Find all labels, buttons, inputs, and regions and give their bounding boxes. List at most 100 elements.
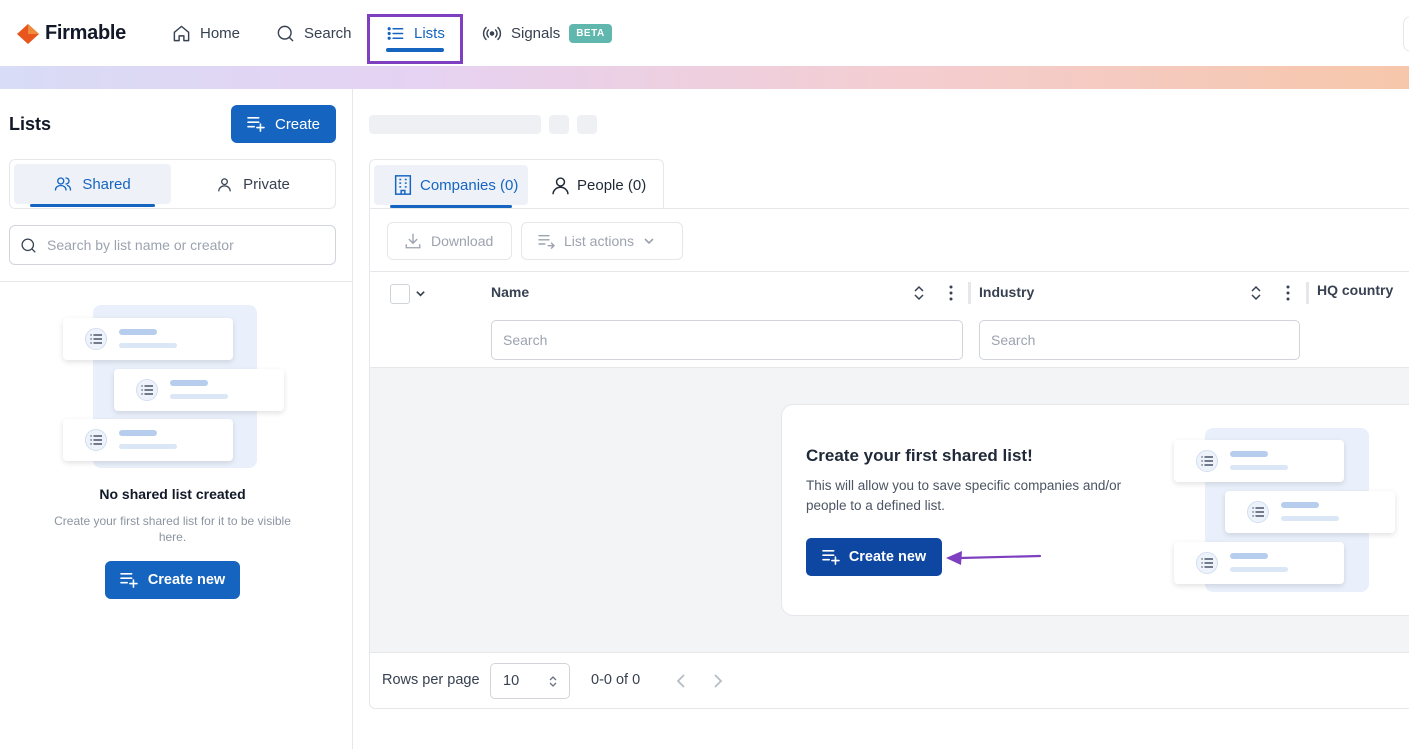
sidebar-divider: [0, 281, 352, 282]
table-header: Name Industry HQ country Search Search: [370, 271, 1409, 368]
chevron-left-icon[interactable]: [676, 673, 686, 689]
nav-signals[interactable]: Signals BETA: [482, 20, 612, 46]
list-arrow-icon: [538, 234, 555, 249]
brand-name: Firmable: [45, 22, 126, 44]
illustration-card: [114, 369, 284, 411]
rows-per-page-label: Rows per page: [382, 672, 480, 688]
tab-people[interactable]: People (0): [550, 165, 646, 205]
sidebar-create-new-label: Create new: [147, 572, 226, 588]
column-header-hq-country[interactable]: HQ country: [1317, 282, 1393, 298]
empty-state-subtitle: Create your first shared list for it to …: [54, 514, 291, 544]
empty-state-title: No shared list created: [99, 486, 246, 502]
nav-home[interactable]: Home: [172, 20, 240, 46]
list-icon: [136, 379, 158, 401]
create-new-list-button[interactable]: Create new: [806, 538, 942, 576]
column-separator[interactable]: [1306, 282, 1309, 304]
column-header-industry[interactable]: Industry: [979, 284, 1034, 300]
skeleton-chip: [577, 115, 597, 134]
firmable-logo-icon: [17, 23, 39, 44]
empty-state-card: Create your first shared list! This will…: [781, 404, 1409, 616]
list-scope-toggle: Shared Private: [9, 159, 336, 209]
list-icon: [1196, 552, 1218, 574]
playlist-add-icon: [822, 549, 840, 565]
list-icon: [1247, 501, 1269, 523]
annotation-highlight-box: [367, 14, 463, 64]
illustration-card: [1174, 440, 1344, 482]
nav-home-label: Home: [200, 24, 241, 42]
chevron-down-icon[interactable]: [415, 288, 426, 299]
user-icon: [552, 176, 569, 194]
list-actions-label: List actions: [564, 233, 635, 249]
skeleton-chip: [549, 115, 569, 134]
sidebar-title: Lists: [9, 114, 52, 134]
search-icon: [277, 25, 294, 41]
signal-icon: [482, 26, 502, 40]
sort-icon[interactable]: [914, 285, 924, 301]
download-button[interactable]: Download: [387, 222, 512, 260]
tab-companies-label: Companies (0): [420, 176, 519, 194]
playlist-add-icon: [120, 572, 138, 588]
create-new-list-label: Create new: [848, 549, 927, 565]
user-icon: [218, 177, 231, 192]
kebab-menu-icon[interactable]: [1286, 285, 1290, 301]
list-icon: [1196, 450, 1218, 472]
empty-state-description: This will allow you to save specific com…: [806, 478, 1122, 513]
list-icon: [85, 429, 107, 451]
nav-signals-label: Signals: [511, 24, 561, 42]
tab-private[interactable]: Private: [173, 164, 333, 204]
list-title-skeleton: [369, 115, 541, 134]
tab-private-label: Private: [243, 175, 290, 193]
list-actions-dropdown[interactable]: List actions: [521, 222, 683, 260]
list-search-input[interactable]: Search by list name or creator: [9, 225, 336, 265]
nav-search-label: Search: [304, 24, 352, 42]
column-separator[interactable]: [968, 282, 971, 304]
lists-sidebar: Lists Create Shared Private Search by li…: [0, 89, 353, 749]
chevron-updown-icon: [549, 676, 557, 687]
tab-shared-label: Shared: [82, 175, 131, 193]
illustration-card: [1174, 542, 1344, 584]
illustration-card: [1225, 491, 1395, 533]
home-icon: [173, 25, 190, 41]
playlist-add-icon: [247, 116, 265, 132]
download-label: Download: [431, 233, 494, 249]
name-filter-input[interactable]: Search: [491, 320, 963, 360]
nav-search[interactable]: Search: [276, 20, 352, 46]
brand-logo[interactable]: Firmable: [17, 22, 126, 45]
list-icon: [85, 328, 107, 350]
kebab-menu-icon[interactable]: [949, 285, 953, 301]
list-search-placeholder: Search by list name or creator: [47, 237, 234, 253]
industry-filter-placeholder: Search: [991, 332, 1036, 348]
tab-people-label: People (0): [577, 176, 647, 194]
illustration-card: [63, 419, 233, 461]
create-list-button[interactable]: Create: [231, 105, 336, 143]
beta-badge: BETA: [569, 23, 612, 43]
tab-companies[interactable]: Companies (0): [374, 165, 528, 208]
users-icon: [55, 177, 72, 191]
building-icon: [394, 175, 412, 195]
tab-shared-indicator: [30, 204, 155, 207]
chevron-down-icon: [644, 238, 654, 245]
download-icon: [405, 233, 421, 249]
table-pagination: Rows per page 10 0-0 of 0: [370, 652, 1409, 709]
companies-table-panel: Download List actions Name Industry HQ c…: [369, 208, 1409, 709]
create-list-label: Create: [274, 115, 321, 133]
rows-per-page-select[interactable]: 10: [490, 663, 570, 699]
name-filter-placeholder: Search: [503, 332, 548, 348]
column-header-name[interactable]: Name: [491, 284, 529, 300]
header-gradient-band: [0, 66, 1409, 89]
sort-icon[interactable]: [1251, 285, 1261, 301]
entity-tabs: Companies (0) People (0): [369, 159, 664, 209]
empty-state-title: Create your first shared list!: [806, 446, 1033, 465]
profile-button[interactable]: [1403, 16, 1409, 52]
rows-per-page-value: 10: [503, 673, 520, 689]
search-icon: [21, 237, 36, 253]
pagination-range: 0-0 of 0: [591, 672, 641, 688]
tab-shared[interactable]: Shared: [14, 164, 171, 207]
illustration-card: [63, 318, 233, 360]
table-body: Create your first shared list! This will…: [370, 368, 1409, 652]
industry-filter-input[interactable]: Search: [979, 320, 1300, 360]
chevron-right-icon[interactable]: [713, 673, 723, 689]
select-all-checkbox[interactable]: [390, 284, 410, 304]
top-nav: Firmable Home Search Lists Signals BETA: [0, 0, 1409, 66]
sidebar-create-new-button[interactable]: Create new: [105, 561, 240, 599]
